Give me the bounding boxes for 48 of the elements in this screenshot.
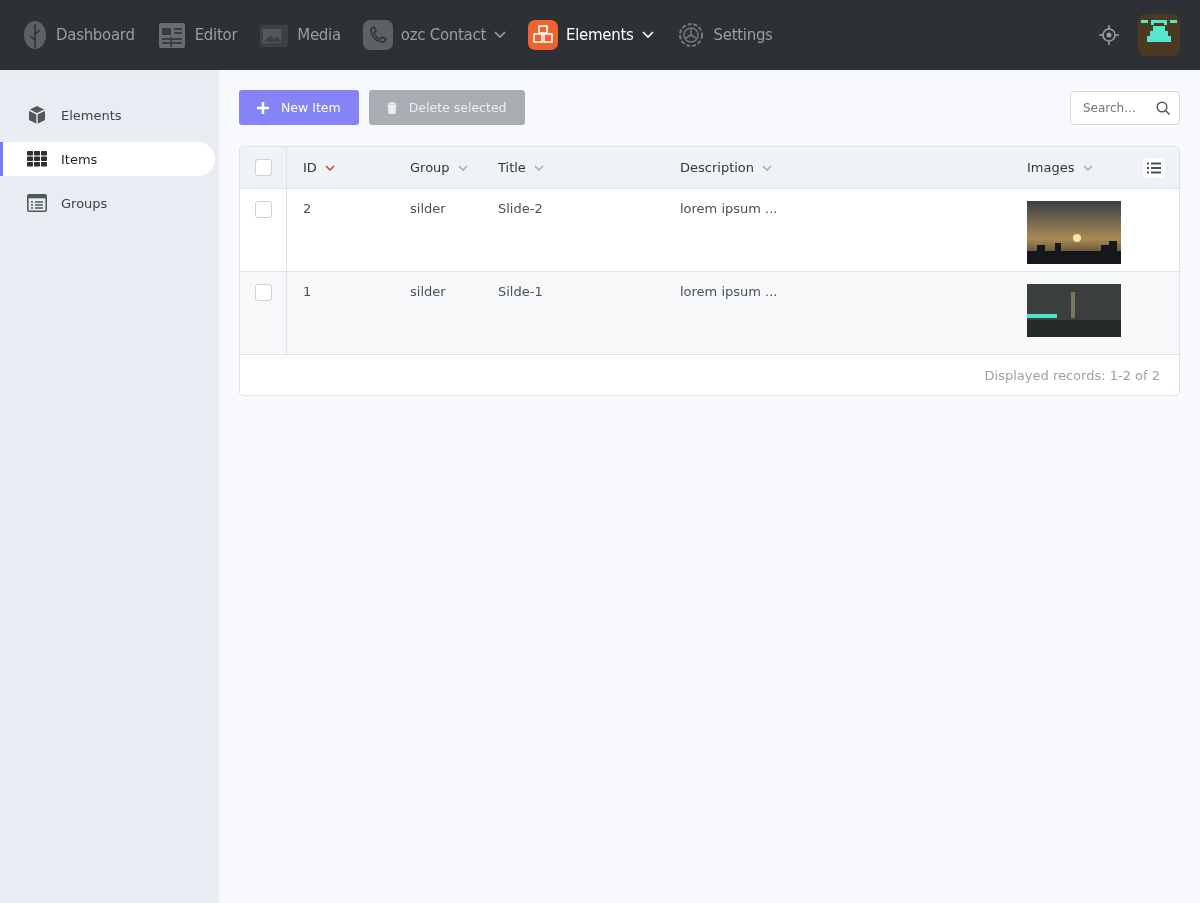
table-cell: Silde-1 bbox=[498, 284, 543, 299]
phone-icon bbox=[362, 20, 393, 50]
trash-icon bbox=[386, 101, 397, 114]
chevron-icon[interactable] bbox=[324, 164, 335, 171]
chevron-icon[interactable] bbox=[762, 164, 773, 171]
column-header[interactable]: Description bbox=[680, 160, 755, 175]
cube-icon bbox=[27, 105, 47, 125]
row-checkbox[interactable] bbox=[254, 284, 272, 301]
leaf-icon bbox=[22, 20, 48, 50]
nav-item[interactable]: ozc Contact bbox=[362, 20, 506, 50]
column-header[interactable]: Group bbox=[410, 160, 450, 175]
plus-icon bbox=[257, 101, 269, 114]
sidebar-item[interactable]: Groups bbox=[0, 186, 215, 220]
row-checkbox[interactable] bbox=[254, 201, 272, 218]
nav-item[interactable]: Media bbox=[259, 20, 341, 50]
table-cell: lorem ipsum ... bbox=[680, 201, 778, 216]
caret-icon bbox=[641, 31, 654, 39]
select-all-checkbox[interactable] bbox=[254, 159, 272, 176]
column-header[interactable]: Title bbox=[498, 160, 526, 175]
table-cell: Slide-2 bbox=[498, 201, 543, 216]
grid-icon bbox=[27, 151, 47, 167]
newspaper-icon bbox=[156, 20, 187, 50]
nav-item[interactable]: Dashboard bbox=[22, 20, 135, 50]
boxes-icon bbox=[528, 20, 558, 50]
sidebar-item[interactable]: Items bbox=[0, 142, 215, 176]
caret-icon bbox=[494, 31, 506, 39]
nav-item[interactable]: Elements bbox=[528, 20, 654, 50]
search-icon bbox=[1156, 100, 1170, 115]
table-cell: silder bbox=[410, 284, 446, 299]
list-icon bbox=[27, 194, 47, 212]
nav-item[interactable]: Settings bbox=[675, 20, 773, 50]
record-count: Displayed records: 1-2 of 2 bbox=[984, 367, 1160, 383]
column-header[interactable]: Images bbox=[1027, 160, 1075, 175]
table-cell: 1 bbox=[303, 284, 312, 299]
crosshair-icon[interactable] bbox=[1098, 24, 1120, 46]
column-menu-button[interactable] bbox=[1143, 157, 1165, 178]
nav-item[interactable]: Editor bbox=[156, 20, 238, 50]
table-cell: lorem ipsum ... bbox=[680, 284, 778, 299]
list-icon bbox=[1147, 161, 1161, 174]
table-cell: 2 bbox=[303, 201, 312, 216]
chevron-icon[interactable] bbox=[1082, 164, 1093, 171]
column-header[interactable]: ID bbox=[303, 160, 317, 175]
table-cell: silder bbox=[410, 201, 446, 216]
chevron-icon[interactable] bbox=[533, 164, 544, 171]
sidebar-item[interactable]: Elements bbox=[0, 98, 215, 132]
avatar-icon[interactable] bbox=[1138, 14, 1180, 56]
search-field[interactable]: Search... bbox=[1070, 90, 1180, 125]
chevron-icon[interactable] bbox=[457, 164, 468, 171]
